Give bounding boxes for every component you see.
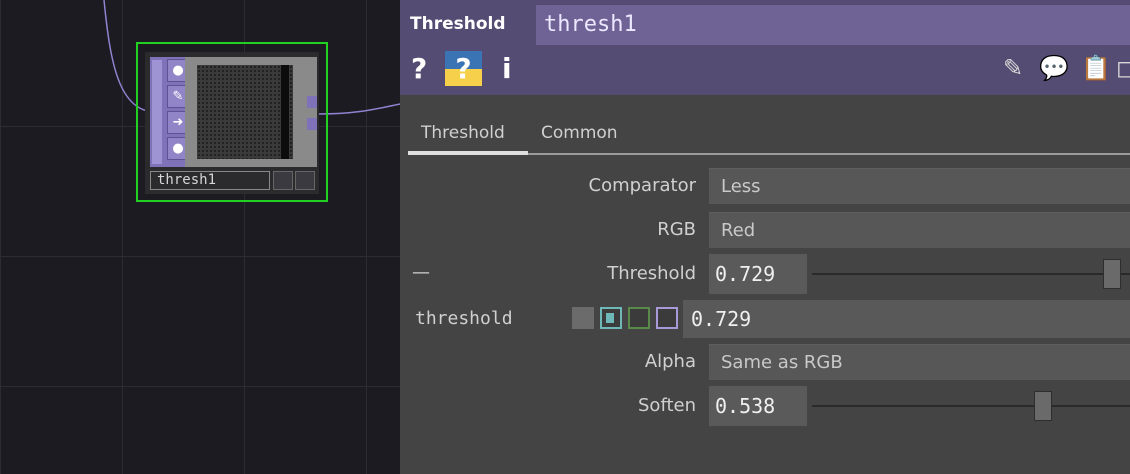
info-button[interactable]: i bbox=[502, 52, 512, 86]
output-connector-2[interactable] bbox=[307, 118, 317, 130]
soften-slider-handle[interactable] bbox=[1034, 391, 1052, 421]
clipboard-icon[interactable]: 📋 bbox=[1080, 52, 1112, 84]
viewer-flag-icon[interactable] bbox=[273, 171, 293, 190]
threshold-label: Threshold bbox=[607, 263, 696, 284]
alpha-label: Alpha bbox=[644, 351, 696, 372]
node-preview[interactable] bbox=[197, 65, 293, 159]
soften-value-field[interactable]: 0.538 bbox=[709, 386, 807, 426]
python-help-button[interactable]: ? bbox=[445, 51, 482, 86]
rgb-label: RGB bbox=[657, 219, 696, 240]
collapse-expression-toggle[interactable]: — bbox=[412, 262, 430, 283]
expression-mode-icon[interactable] bbox=[600, 307, 622, 329]
soften-slider-track[interactable] bbox=[812, 405, 1130, 407]
panel-more-icon[interactable]: ◻ bbox=[1116, 52, 1130, 84]
threshold-slider-track[interactable] bbox=[812, 273, 1130, 275]
comparator-label: Comparator bbox=[588, 175, 696, 196]
node-preview-edge bbox=[281, 65, 289, 159]
rgb-menu[interactable]: Red bbox=[709, 212, 1130, 248]
export-mode-icon[interactable] bbox=[628, 307, 650, 329]
help-button[interactable]: ? bbox=[411, 52, 427, 86]
render-flag-icon[interactable] bbox=[295, 171, 315, 190]
node-input-strip bbox=[152, 60, 162, 164]
comment-icon[interactable]: 💬 bbox=[1038, 52, 1070, 84]
operator-name-field[interactable]: thresh1 bbox=[536, 5, 1130, 45]
node-body bbox=[185, 57, 317, 167]
alpha-menu[interactable]: Same as RGB bbox=[709, 344, 1130, 380]
bind-mode-icon[interactable] bbox=[656, 307, 678, 329]
parameter-panel: Threshold thresh1 ? ? i ✎ 💬 📋 ◻ Threshol… bbox=[400, 0, 1130, 474]
parameter-tabs: Threshold Common bbox=[408, 114, 1130, 156]
network-editor[interactable]: ● ✎ ➜ ● thresh1 bbox=[0, 0, 400, 474]
threshold-slider-handle[interactable] bbox=[1103, 259, 1121, 289]
pencil-icon[interactable]: ✎ bbox=[997, 52, 1029, 84]
node-name-label[interactable]: thresh1 bbox=[150, 171, 270, 190]
threshold-expression-name: threshold bbox=[415, 308, 513, 329]
comparator-menu[interactable]: Less bbox=[709, 168, 1130, 204]
threshold-expression-field[interactable]: 0.729 bbox=[683, 300, 1130, 338]
tab-threshold[interactable]: Threshold bbox=[421, 114, 505, 154]
node-flag-column: ● ✎ ➜ ● bbox=[150, 57, 190, 167]
threshold-value-field[interactable]: 0.729 bbox=[709, 254, 807, 294]
operator-type: Threshold bbox=[410, 14, 506, 34]
constant-mode-icon[interactable] bbox=[572, 307, 594, 329]
panel-header: Threshold thresh1 ? ? i ✎ 💬 📋 ◻ bbox=[400, 0, 1130, 95]
soften-label: Soften bbox=[638, 395, 696, 416]
tab-common[interactable]: Common bbox=[541, 114, 618, 154]
output-wire[interactable] bbox=[317, 103, 400, 115]
operator-node[interactable]: ● ✎ ➜ ● thresh1 bbox=[145, 52, 319, 194]
active-tab-indicator bbox=[408, 151, 528, 155]
output-connector-1[interactable] bbox=[307, 96, 317, 108]
